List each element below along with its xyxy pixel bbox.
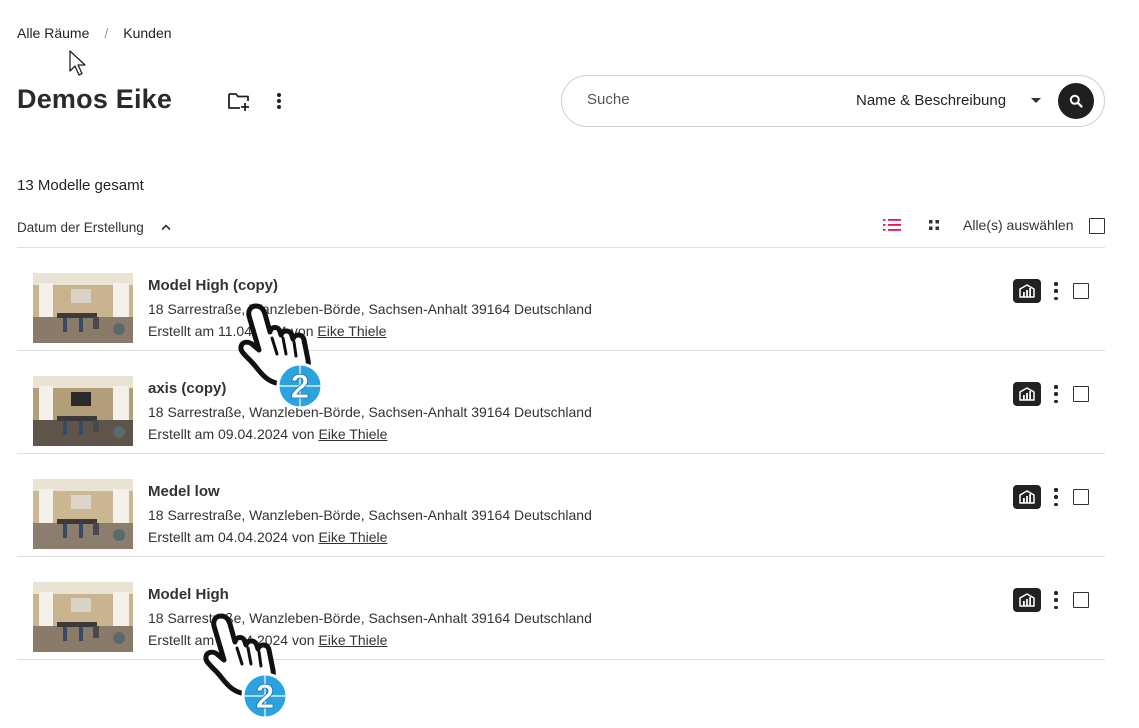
- model-created: Erstellt am 09.04.2024 von Eike Thiele: [148, 426, 387, 442]
- breadcrumb-separator: /: [104, 25, 109, 41]
- model-title[interactable]: Model High: [148, 586, 229, 603]
- more-options-button[interactable]: [270, 91, 288, 111]
- title-row: Demos Eike: [17, 84, 172, 115]
- model-address: 18 Sarrestraße, Wanzleben-Börde, Sachsen…: [148, 610, 592, 626]
- divider: [17, 659, 1105, 660]
- dot: [1054, 591, 1058, 595]
- row-checkbox[interactable]: [1073, 283, 1089, 299]
- row-more-button[interactable]: [1053, 385, 1059, 403]
- model-type-badge[interactable]: [1013, 485, 1041, 509]
- dot: [277, 99, 281, 103]
- created-date-text: Erstellt am 04.04.2024 von: [148, 529, 319, 545]
- sort-dropdown[interactable]: Datum der Erstellung: [17, 220, 144, 235]
- breadcrumb: Alle Räume / Kunden: [17, 25, 172, 41]
- model-count: 13 Modelle gesamt: [17, 177, 144, 194]
- page-title: Demos Eike: [17, 84, 173, 114]
- dot: [1054, 598, 1058, 602]
- search-bar: Name & Beschreibung: [561, 75, 1105, 127]
- building-chart-icon: [1019, 387, 1035, 401]
- dot: [1054, 385, 1058, 389]
- model-row[interactable]: Model High (copy) 18 Sarrestraße, Wanzle…: [17, 248, 1105, 350]
- model-row[interactable]: Model High 18 Sarrestraße, Wanzleben-Bör…: [17, 557, 1105, 659]
- model-thumbnail[interactable]: [33, 479, 133, 549]
- model-type-badge[interactable]: [1013, 382, 1041, 406]
- model-row[interactable]: axis (copy) 18 Sarrestraße, Wanzleben-Bö…: [17, 351, 1105, 453]
- row-more-button[interactable]: [1053, 591, 1059, 609]
- tap-count-text: 2: [256, 678, 275, 716]
- search-input[interactable]: [587, 91, 827, 108]
- row-more-button[interactable]: [1053, 488, 1059, 506]
- model-title[interactable]: Medel low: [148, 483, 220, 500]
- dot: [1054, 289, 1058, 293]
- mouse-cursor-icon: [69, 50, 86, 76]
- breadcrumb-item-kunden[interactable]: Kunden: [123, 25, 171, 41]
- search-scope-select[interactable]: Name & Beschreibung: [856, 92, 1006, 109]
- model-thumbnail[interactable]: [33, 582, 133, 652]
- chevron-up-icon[interactable]: [160, 221, 172, 233]
- folder-add-icon[interactable]: [227, 90, 251, 112]
- building-chart-icon: [1019, 490, 1035, 504]
- author-link[interactable]: Eike Thiele: [318, 632, 387, 648]
- dot: [1054, 399, 1058, 403]
- row-checkbox[interactable]: [1073, 386, 1089, 402]
- row-checkbox[interactable]: [1073, 592, 1089, 608]
- model-type-badge[interactable]: [1013, 279, 1041, 303]
- caret-down-icon[interactable]: [1031, 98, 1041, 103]
- grid-view-icon[interactable]: [928, 219, 940, 231]
- dot: [1054, 495, 1058, 499]
- list-view-icon[interactable]: [883, 218, 901, 232]
- dot: [1054, 392, 1058, 396]
- model-created: Erstellt am 04.04.2024 von Eike Thiele: [148, 529, 387, 545]
- dot: [277, 105, 281, 109]
- model-created: Erstellt am 11.04.2024 von Eike Thiele: [148, 323, 386, 339]
- model-title[interactable]: Model High (copy): [148, 277, 278, 294]
- model-thumbnail[interactable]: [33, 273, 133, 343]
- created-date-text: Erstellt am 09.04.2024 von: [148, 426, 319, 442]
- row-more-button[interactable]: [1053, 282, 1059, 300]
- dot: [1054, 502, 1058, 506]
- search-button[interactable]: [1058, 83, 1094, 119]
- model-type-badge[interactable]: [1013, 588, 1041, 612]
- author-link[interactable]: Eike Thiele: [317, 323, 386, 339]
- model-address: 18 Sarrestraße, Wanzleben-Börde, Sachsen…: [148, 404, 592, 420]
- model-thumbnail[interactable]: [33, 376, 133, 446]
- dot: [1054, 488, 1058, 492]
- row-checkbox[interactable]: [1073, 489, 1089, 505]
- building-chart-icon: [1019, 284, 1035, 298]
- model-address: 18 Sarrestraße, Wanzleben-Börde, Sachsen…: [148, 301, 592, 317]
- model-row[interactable]: Medel low 18 Sarrestraße, Wanzleben-Börd…: [17, 454, 1105, 556]
- dot: [1054, 605, 1058, 609]
- dot: [1054, 282, 1058, 286]
- dot: [277, 93, 281, 97]
- author-link[interactable]: Eike Thiele: [318, 529, 387, 545]
- author-link[interactable]: Eike Thiele: [318, 426, 387, 442]
- model-created: Erstellt am 04.04.2024 von Eike Thiele: [148, 632, 387, 648]
- building-chart-icon: [1019, 593, 1035, 607]
- select-all-checkbox[interactable]: [1089, 218, 1105, 234]
- dot: [1054, 296, 1058, 300]
- model-title[interactable]: axis (copy): [148, 380, 226, 397]
- model-address: 18 Sarrestraße, Wanzleben-Börde, Sachsen…: [148, 507, 592, 523]
- select-all-label: Alle(s) auswählen: [963, 217, 1074, 233]
- breadcrumb-item-alle-raeume[interactable]: Alle Räume: [17, 25, 89, 41]
- created-date-text: Erstellt am 11.04.2024 von: [148, 323, 318, 339]
- created-date-text: Erstellt am 04.04.2024 von: [148, 632, 319, 648]
- search-icon: [1069, 94, 1083, 108]
